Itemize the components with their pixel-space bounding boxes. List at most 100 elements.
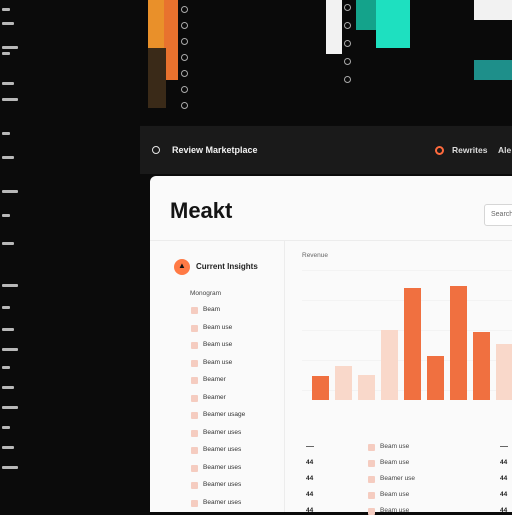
left-strip-tick — [2, 8, 10, 11]
coin-icon — [181, 70, 188, 77]
list-item[interactable]: Beamer usage — [203, 411, 245, 418]
list-checkbox[interactable] — [191, 429, 198, 437]
table-dash — [500, 446, 508, 447]
orange-column — [164, 0, 178, 80]
chart-bar[interactable] — [381, 330, 398, 400]
list-item[interactable]: Beam use — [203, 341, 232, 348]
table-cell-number: 44 — [500, 491, 508, 498]
coin-icon — [181, 38, 188, 45]
chart-bar[interactable] — [496, 344, 512, 400]
list-item[interactable]: Beamer uses — [203, 499, 241, 506]
menu-icon[interactable] — [152, 146, 160, 154]
table-checkbox[interactable] — [368, 460, 375, 467]
left-strip-tick — [2, 132, 10, 135]
table-cell-number: 44 — [306, 491, 314, 498]
left-strip-tick — [2, 46, 18, 49]
table-cell-number: 44 — [500, 459, 508, 466]
left-strip-tick — [2, 386, 14, 389]
table-cell-number: 44 — [306, 507, 314, 514]
coin-icon — [181, 54, 188, 61]
left-strip-tick — [2, 22, 14, 25]
coin-icon — [181, 86, 188, 93]
coin-icon — [344, 4, 351, 11]
table-cell-text: Beam use — [380, 507, 410, 514]
table-cell-text: Beam use — [380, 443, 410, 450]
list-item[interactable]: Beamer — [203, 376, 226, 383]
list-checkbox[interactable] — [191, 324, 198, 332]
teal-accent — [356, 0, 376, 30]
header-action-button[interactable]: Rewrites — [452, 145, 487, 155]
coin-icon — [181, 6, 188, 13]
header-divider — [150, 240, 512, 241]
chart-bar[interactable] — [312, 376, 329, 400]
list-checkbox[interactable] — [191, 447, 198, 454]
list-item[interactable]: Beamer — [203, 394, 226, 401]
chart-label: Revenue — [302, 252, 329, 259]
chart-bar[interactable] — [404, 288, 421, 400]
table-cell-text: Beamer use — [380, 475, 416, 482]
list-checkbox[interactable] — [191, 482, 198, 489]
list-checkbox[interactable] — [191, 499, 198, 507]
table-checkbox[interactable] — [368, 444, 375, 451]
warning-icon: ▲ — [174, 259, 190, 275]
list-item[interactable]: Beamer uses — [203, 481, 241, 488]
list-checkbox[interactable] — [191, 342, 198, 349]
search-button[interactable]: Search — [484, 204, 512, 226]
chart-bar[interactable] — [358, 375, 375, 400]
list-item[interactable]: Beamer uses — [203, 429, 241, 436]
chart-bar[interactable] — [335, 366, 352, 400]
teal-column — [376, 0, 410, 48]
list-subheading: Monogram — [190, 290, 222, 297]
left-strip-tick — [2, 426, 10, 429]
app-title: Review Marketplace — [172, 145, 258, 155]
left-strip-tick — [2, 328, 14, 331]
table-checkbox[interactable] — [368, 476, 375, 483]
list-item[interactable]: Beamer uses — [203, 446, 241, 453]
chart-bar[interactable] — [450, 286, 467, 400]
list-item[interactable]: Beam use — [203, 359, 232, 366]
status-icon[interactable] — [435, 146, 444, 155]
list-item[interactable]: Beamer uses — [203, 464, 241, 471]
left-strip-tick — [2, 98, 18, 101]
coin-icon — [181, 102, 188, 109]
header-action-button-2[interactable]: Ale — [498, 145, 511, 155]
list-checkbox[interactable] — [191, 307, 198, 314]
list-checkbox[interactable] — [191, 377, 198, 384]
table-cell-number: 44 — [500, 507, 508, 514]
coin-icon — [344, 76, 351, 83]
left-strip-tick — [2, 406, 18, 409]
insights-label: Current Insights — [196, 262, 258, 271]
table-cell-text: Beam use — [380, 459, 410, 466]
table-cell-text: Beam use — [380, 491, 410, 498]
dark-column — [148, 48, 166, 108]
left-strip-tick — [2, 214, 10, 217]
left-strip-tick — [2, 242, 14, 245]
left-strip-tick — [2, 306, 10, 309]
list-checkbox[interactable] — [191, 464, 198, 472]
table-cell-number: 44 — [306, 459, 314, 466]
table-cell-number: 44 — [500, 475, 508, 482]
list-checkbox[interactable] — [191, 412, 198, 419]
left-strip-tick — [2, 82, 14, 85]
left-strip — [0, 0, 30, 512]
left-strip-tick — [2, 156, 14, 159]
list-checkbox[interactable] — [191, 394, 198, 402]
white-column — [326, 0, 342, 54]
table-cell-number: 44 — [306, 475, 314, 482]
coin-icon — [181, 22, 188, 29]
list-checkbox[interactable] — [191, 359, 198, 367]
list-item[interactable]: Beam use — [203, 324, 232, 331]
left-strip-tick — [2, 446, 14, 449]
left-strip-tick — [2, 466, 18, 469]
left-strip-tick — [2, 366, 10, 369]
left-strip-tick — [2, 284, 18, 287]
list-item[interactable]: Beam — [203, 306, 220, 313]
table-dash — [306, 446, 314, 447]
table-checkbox[interactable] — [368, 492, 375, 499]
page-title: Meakt — [170, 198, 233, 223]
chart-bar[interactable] — [473, 332, 490, 400]
chart-bar[interactable] — [427, 356, 444, 400]
coin-icon — [344, 22, 351, 29]
coin-icon — [344, 58, 351, 65]
chart-gridline — [302, 270, 512, 271]
